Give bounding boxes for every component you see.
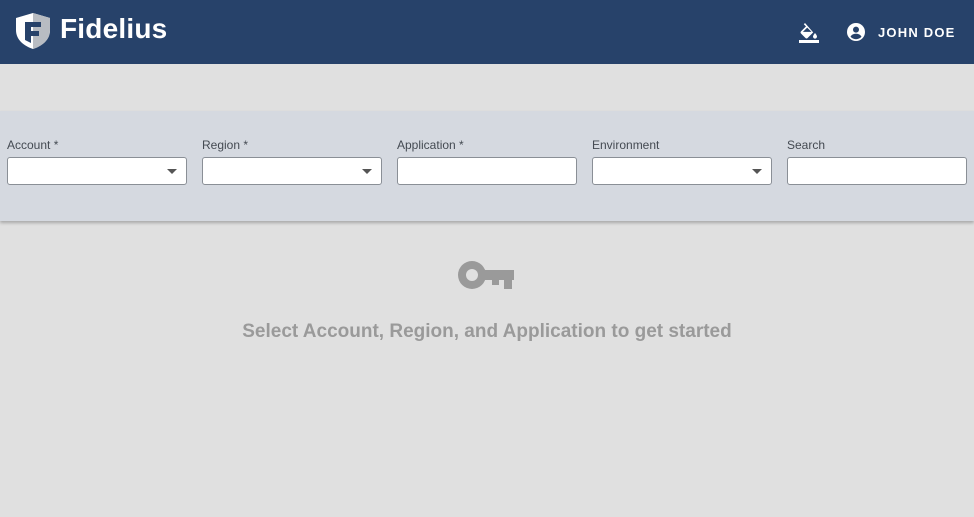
user-name: JOHN DOE <box>878 24 956 40</box>
format-color-fill-icon <box>799 23 819 43</box>
account-field: Account * <box>7 137 189 185</box>
environment-field: Environment <box>592 137 774 185</box>
empty-state-message: Select Account, Region, and Application … <box>242 321 732 342</box>
application-input-box[interactable] <box>397 157 577 185</box>
region-label: Region * <box>202 138 249 152</box>
theme-button[interactable] <box>796 19 822 45</box>
account-label: Account * <box>7 138 59 152</box>
search-label: Search <box>787 138 826 152</box>
application-field: Application * <box>397 137 579 185</box>
region-field: Region * <box>202 137 384 185</box>
environment-select[interactable] <box>592 157 772 185</box>
shield-logo-icon[interactable] <box>14 12 52 50</box>
empty-state: Select Account, Region, and Application … <box>0 256 974 343</box>
chevron-down-icon <box>167 169 177 174</box>
search-field: Search <box>787 137 969 185</box>
app-header: Fidelius JOHN DOE <box>0 0 974 64</box>
app-title[interactable]: Fidelius <box>60 12 167 46</box>
application-input[interactable] <box>406 159 570 185</box>
user-menu-button[interactable]: JOHN DOE <box>846 18 956 46</box>
region-select[interactable] <box>202 157 382 185</box>
application-label: Application * <box>397 138 464 152</box>
chevron-down-icon <box>362 169 372 174</box>
search-input[interactable] <box>796 159 960 185</box>
account-circle-icon <box>847 23 865 41</box>
chevron-down-icon <box>752 169 762 174</box>
environment-label: Environment <box>592 138 660 152</box>
search-input-box[interactable] <box>787 157 967 185</box>
account-select[interactable] <box>7 157 187 185</box>
filter-bar: Account * Region * Application * Environ… <box>0 111 974 221</box>
key-icon <box>458 261 514 289</box>
